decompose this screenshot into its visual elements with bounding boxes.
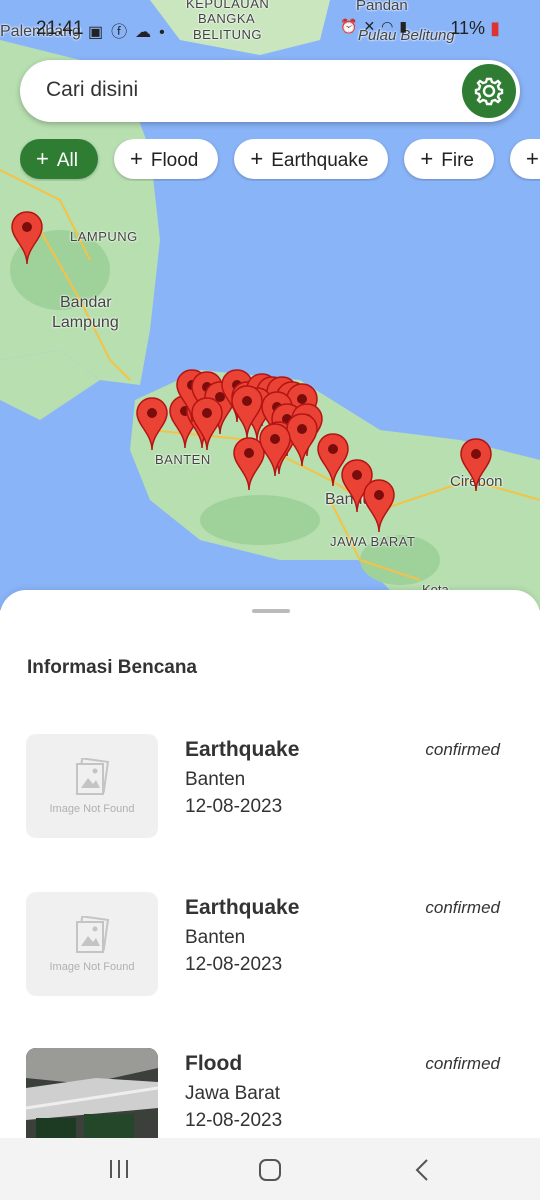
status-system-icons: ⏰✕◠▮ — [340, 18, 413, 35]
disaster-photo — [26, 1048, 158, 1138]
map-pin-icon[interactable] — [459, 437, 493, 493]
battery-level: 11% ▮ — [450, 18, 500, 39]
map-label-banten: BANTEN — [155, 452, 211, 467]
disaster-date: 12-08-2023 — [185, 1110, 283, 1131]
signal-icon: ▮ — [399, 18, 414, 34]
disaster-type: Earthquake — [185, 896, 300, 919]
filter-chips: + All + Flood + Earthquake + Fire + — [20, 139, 540, 181]
filter-chip-label: Earthquake — [271, 150, 369, 171]
disaster-status: confirmed — [425, 740, 500, 759]
search-bar[interactable]: Cari disini — [20, 60, 520, 122]
wifi-icon: ◠ — [381, 18, 400, 34]
filter-chip-more[interactable]: + — [510, 139, 540, 179]
dot-icon: • — [159, 24, 173, 41]
disaster-status: confirmed — [425, 898, 500, 917]
map-label-jawa-barat: JAWA BARAT — [330, 534, 416, 549]
map-pin-icon[interactable] — [190, 396, 224, 452]
status-time: 21:41 — [36, 18, 84, 39]
image-not-found-text: Image Not Found — [49, 803, 135, 815]
disaster-date: 12-08-2023 — [185, 954, 283, 975]
image-not-found-icon — [76, 758, 110, 795]
disaster-location: Banten — [185, 769, 246, 790]
filter-chip-label: Flood — [150, 150, 199, 171]
disaster-date: 12-08-2023 — [185, 796, 283, 817]
status-bar: 21:41 ▣ⓕ☁• ⏰✕◠▮ 11% ▮ — [0, 0, 540, 48]
disaster-type: Earthquake — [185, 738, 300, 761]
plus-icon: + — [526, 146, 539, 171]
map-label-bandar: Bandar — [60, 294, 112, 311]
map-pin-icon[interactable] — [10, 210, 44, 266]
filter-chip-label: All — [56, 150, 78, 171]
flood-photo — [26, 1048, 158, 1138]
drag-handle[interactable] — [252, 609, 290, 613]
list-item[interactable]: Flood Jawa Barat 12-08-2023 confirmed — [26, 1048, 516, 1138]
alarm-icon: ⏰ — [340, 18, 364, 34]
map-label-lampung: LAMPUNG — [70, 229, 138, 244]
list-item[interactable]: Image Not Found Earthquake Banten 12-08-… — [26, 892, 516, 996]
status-notification-icons: ▣ⓕ☁• — [88, 18, 173, 42]
sheet-title: Informasi Bencana — [27, 657, 197, 678]
map-label-lampung-city: Lampung — [52, 314, 119, 331]
image-not-found-text: Image Not Found — [49, 961, 135, 973]
home-icon[interactable] — [258, 1158, 282, 1182]
search-input[interactable]: Cari disini — [46, 78, 138, 102]
filter-chip-label: Fire — [441, 150, 475, 171]
disaster-location: Banten — [185, 927, 246, 948]
disaster-info-sheet[interactable]: Informasi Bencana Image Not Found Earthq… — [0, 590, 540, 1138]
disaster-location: Jawa Barat — [185, 1083, 281, 1104]
facebook-icon: ⓕ — [111, 24, 136, 41]
battery-text: 11% — [450, 18, 486, 38]
filter-chip-flood[interactable]: + Flood — [113, 139, 219, 179]
map-pin-icon[interactable] — [362, 478, 396, 534]
plus-icon: + — [250, 146, 264, 171]
thumbnail-placeholder: Image Not Found — [26, 892, 158, 996]
mute-icon: ✕ — [363, 18, 382, 34]
plus-icon: + — [420, 146, 434, 171]
image-not-found-icon — [76, 916, 110, 953]
disaster-status: confirmed — [425, 1054, 500, 1073]
map-pin-icon[interactable] — [135, 396, 169, 452]
gallery-icon: ▣ — [88, 24, 112, 41]
plus-icon: + — [36, 146, 49, 171]
recent-apps-icon[interactable] — [108, 1158, 130, 1180]
filter-chip-fire[interactable]: + Fire — [404, 139, 495, 179]
settings-button[interactable] — [462, 64, 516, 118]
system-nav-bar — [0, 1138, 540, 1200]
plus-icon: + — [129, 146, 143, 171]
gear-icon — [474, 77, 504, 106]
disaster-type: Flood — [185, 1052, 243, 1075]
back-icon[interactable] — [412, 1158, 432, 1182]
cloud-icon: ☁ — [135, 24, 160, 41]
list-item[interactable]: Image Not Found Earthquake Banten 12-08-… — [26, 734, 516, 838]
battery-icon: ▮ — [490, 18, 500, 38]
thumbnail-placeholder: Image Not Found — [26, 734, 158, 838]
map-pin-icon[interactable] — [258, 422, 292, 478]
filter-chip-all[interactable]: + All — [20, 139, 98, 179]
filter-chip-earthquake[interactable]: + Earthquake — [234, 139, 389, 179]
